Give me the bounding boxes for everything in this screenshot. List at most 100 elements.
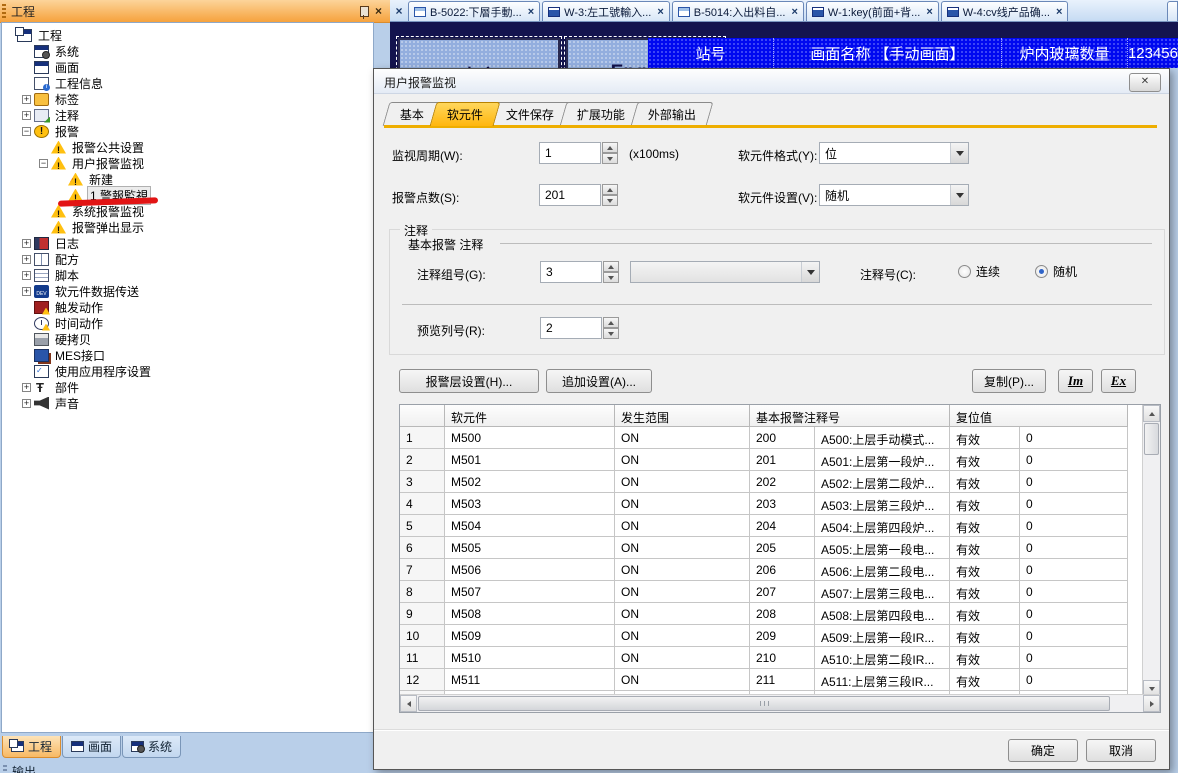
tree-expander-icon[interactable] <box>39 223 48 232</box>
range-cell[interactable]: ON <box>615 581 750 603</box>
scroll-right-icon[interactable] <box>1143 695 1160 712</box>
tree-item[interactable]: 画面 <box>2 59 373 75</box>
tree-item[interactable]: 系统报警监视 <box>2 203 373 219</box>
tree-expander-icon[interactable] <box>39 207 48 216</box>
dialog-titlebar[interactable]: 用户报警监视 ✕ <box>374 69 1169 94</box>
tree-item[interactable]: 触发动作 <box>2 299 373 315</box>
tree-expander-icon[interactable] <box>22 111 31 120</box>
copy-button[interactable]: 复制(P)... <box>972 369 1046 393</box>
comment-no-cell[interactable]: 210 <box>750 647 815 669</box>
tree-expander-icon[interactable] <box>22 47 31 56</box>
spin-down-button[interactable] <box>602 195 618 206</box>
tree-expander-icon[interactable] <box>56 175 65 184</box>
comment-group-no-value[interactable]: 3 <box>540 261 602 283</box>
tree-expander-icon[interactable] <box>22 287 31 296</box>
comment-no-cell[interactable]: 209 <box>750 625 815 647</box>
tree-expander-icon[interactable] <box>5 31 14 40</box>
hmi-screen-name-label[interactable]: 画面名称 【手动画面】 <box>774 38 1002 68</box>
panel-tab[interactable]: 画面 <box>62 736 121 758</box>
device-cell[interactable]: M511 <box>445 669 615 691</box>
range-cell[interactable]: ON <box>615 493 750 515</box>
panel-close-icon[interactable]: × <box>375 5 382 17</box>
dialog-tab[interactable]: 外部输出 <box>631 102 714 126</box>
spin-up-button[interactable] <box>603 261 619 272</box>
reset-value-cell[interactable]: 0 <box>1020 559 1128 581</box>
device-cell[interactable]: M508 <box>445 603 615 625</box>
vertical-scrollbar[interactable] <box>1142 405 1160 697</box>
comment-cell[interactable]: A501:上层第一段炉... <box>815 449 950 471</box>
tree-expander-icon[interactable] <box>22 351 31 360</box>
comment-no-cell[interactable]: 203 <box>750 493 815 515</box>
tree-item[interactable]: 用户报警监视 <box>2 155 373 171</box>
reset-cell[interactable]: 有效 <box>950 493 1020 515</box>
tree-item[interactable]: MES接口 <box>2 347 373 363</box>
comment-no-cell[interactable]: 204 <box>750 515 815 537</box>
tree-item[interactable]: 时间动作 <box>2 315 373 331</box>
range-cell[interactable]: ON <box>615 537 750 559</box>
panel-tab[interactable]: 工程 <box>2 736 61 758</box>
tab-close-icon[interactable]: × <box>528 6 534 18</box>
reset-value-cell[interactable]: 0 <box>1020 625 1128 647</box>
device-cell[interactable]: M501 <box>445 449 615 471</box>
reset-cell[interactable]: 有效 <box>950 603 1020 625</box>
dialog-close-button[interactable]: ✕ <box>1129 73 1161 92</box>
reset-cell[interactable]: 有效 <box>950 559 1020 581</box>
spin-down-button[interactable] <box>602 153 618 164</box>
export-button[interactable]: Ex <box>1101 369 1136 393</box>
reset-value-cell[interactable]: 0 <box>1020 427 1128 449</box>
radio-continuous[interactable]: 连续 <box>958 263 1000 280</box>
cycle-value[interactable]: 1 <box>539 142 601 164</box>
dialog-tab[interactable]: 扩展功能 <box>560 102 643 126</box>
comment-no-cell[interactable]: 206 <box>750 559 815 581</box>
document-tab[interactable]: B-5022:下層手動... × <box>408 1 540 21</box>
hmi-glass-count-value[interactable]: 123456 <box>1128 38 1178 68</box>
comment-cell[interactable]: A508:上层第四段电... <box>815 603 950 625</box>
tree-item[interactable]: 工程信息 <box>2 75 373 91</box>
range-cell[interactable]: ON <box>615 603 750 625</box>
comment-cell[interactable]: A511:上层第三段IR... <box>815 669 950 691</box>
col-header-rowno[interactable] <box>400 405 445 427</box>
document-tab[interactable]: W-3:左工號輸入... × <box>542 1 670 21</box>
device-setting-combo[interactable]: 随机 <box>819 184 969 206</box>
tabbar-close-icon[interactable]: × <box>392 3 406 19</box>
tree-expander-icon[interactable] <box>39 143 48 152</box>
tree-expander-icon[interactable] <box>22 303 31 312</box>
range-cell[interactable]: ON <box>615 471 750 493</box>
tree-expander-icon[interactable] <box>22 319 31 328</box>
reset-cell[interactable]: 有效 <box>950 647 1020 669</box>
tree-item[interactable]: 报警弹出显示 <box>2 219 373 235</box>
tree-item[interactable]: 使用应用程序设置 <box>2 363 373 379</box>
screen-canvas[interactable]: 中文 English 站号 画面名称 【手动画面】 炉内玻璃数量 123456 <box>390 22 1178 68</box>
dialog-tab[interactable]: 文件保存 <box>489 102 572 126</box>
device-cell[interactable]: M504 <box>445 515 615 537</box>
tree-item[interactable]: 报警 <box>2 123 373 139</box>
reset-value-cell[interactable]: 0 <box>1020 515 1128 537</box>
comment-no-cell[interactable]: 201 <box>750 449 815 471</box>
hmi-header-bar[interactable]: 站号 画面名称 【手动画面】 炉内玻璃数量 123456 <box>648 38 1178 68</box>
preview-column-value[interactable]: 2 <box>540 317 602 339</box>
tree-expander-icon[interactable] <box>22 383 31 392</box>
reset-cell[interactable]: 有效 <box>950 471 1020 493</box>
tree-item[interactable]: 系统 <box>2 43 373 59</box>
device-cell[interactable]: M500 <box>445 427 615 449</box>
device-cell[interactable]: M502 <box>445 471 615 493</box>
tree-expander-icon[interactable] <box>39 159 48 168</box>
spin-up-button[interactable] <box>602 184 618 195</box>
tree-expander-icon[interactable] <box>56 191 65 200</box>
reset-cell[interactable]: 有效 <box>950 669 1020 691</box>
reset-value-cell[interactable]: 0 <box>1020 581 1128 603</box>
comment-cell[interactable]: A504:上层第四段炉... <box>815 515 950 537</box>
chevron-down-icon[interactable] <box>801 262 819 282</box>
scroll-left-icon[interactable] <box>400 695 417 712</box>
comment-cell[interactable]: A510:上层第二段IR... <box>815 647 950 669</box>
hmi-lang-button-chinese[interactable]: 中文 <box>398 38 560 68</box>
vertical-scroll-thumb[interactable] <box>1144 423 1159 455</box>
comment-no-cell[interactable]: 211 <box>750 669 815 691</box>
reset-cell[interactable]: 有效 <box>950 581 1020 603</box>
tree-item[interactable]: 注释 <box>2 107 373 123</box>
device-cell[interactable]: M505 <box>445 537 615 559</box>
range-cell[interactable]: ON <box>615 669 750 691</box>
comment-no-cell[interactable]: 208 <box>750 603 815 625</box>
range-cell[interactable]: ON <box>615 427 750 449</box>
tree-item[interactable]: 日志 <box>2 235 373 251</box>
